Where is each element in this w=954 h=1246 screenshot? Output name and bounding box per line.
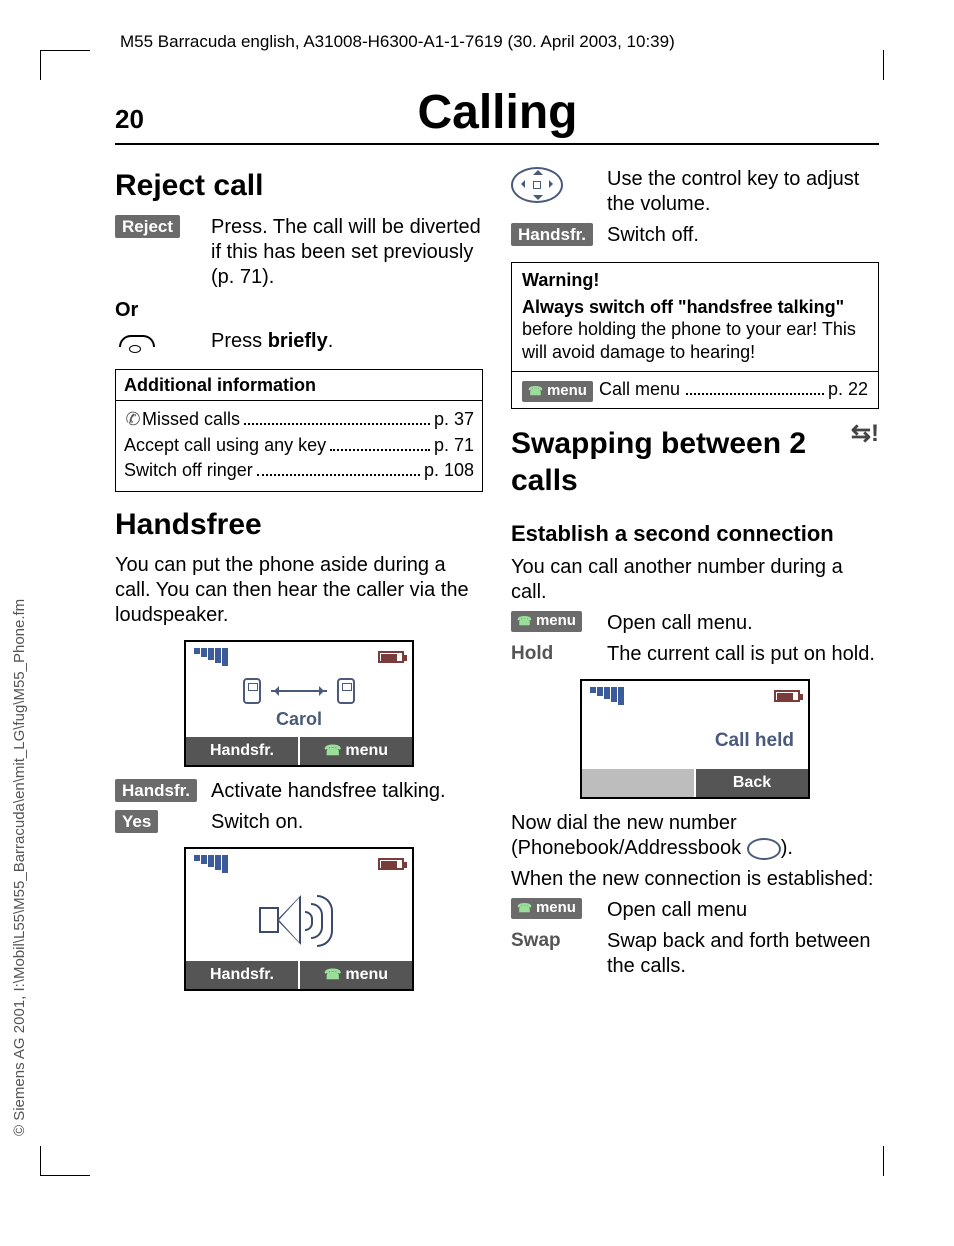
phone-screen-speaker: Handsfr. menu xyxy=(184,847,414,991)
softkey-reject: Reject xyxy=(115,215,180,238)
handsfree-intro: You can put the phone aside during a cal… xyxy=(115,553,483,628)
softkey-left: Handsfr. xyxy=(186,961,298,989)
warning-menu-line: menu Call menu p. 22 xyxy=(512,371,878,408)
crop-mark xyxy=(40,1146,90,1176)
softkey-yes: Yes xyxy=(115,810,158,833)
warning-box: Warning! Always switch off "handsfree ta… xyxy=(511,262,879,409)
call-menu-page: p. 22 xyxy=(828,378,868,401)
softkey-left: Handsfr. xyxy=(186,737,298,765)
battery-icon xyxy=(378,651,404,663)
additional-info-box: Additional information ✆ Missed calls p.… xyxy=(115,369,483,492)
page-title: Calling xyxy=(156,85,839,140)
yes-desc: Switch on. xyxy=(211,810,483,835)
text-bold: briefly xyxy=(268,330,328,352)
crop-mark xyxy=(883,50,884,80)
text: Now dial the new number (Phonebook/Addre… xyxy=(511,812,747,859)
battery-icon xyxy=(774,690,800,702)
text: ). xyxy=(781,837,793,859)
info-box-title: Additional information xyxy=(116,370,482,402)
speaker-icon xyxy=(249,885,349,955)
softkey-handsfree: Handsfr. xyxy=(511,223,593,246)
arrow-lr-icon xyxy=(271,690,327,692)
softkey-right: menu xyxy=(298,737,412,765)
warning-text: before holding the phone to your ear! Th… xyxy=(522,319,856,362)
control-key-icon xyxy=(747,838,781,860)
heading-reject-call: Reject call xyxy=(115,167,483,205)
call-menu-text: Call menu xyxy=(599,378,680,401)
warning-bold: Always switch off "handsfree talking" xyxy=(522,297,844,317)
page-number: 20 xyxy=(115,104,144,135)
text: . xyxy=(328,330,334,352)
control-key-icon xyxy=(511,167,563,203)
switch-off-desc: Switch off. xyxy=(607,223,879,248)
swap-icon: ⇆! xyxy=(851,419,879,449)
signal-icon xyxy=(194,648,228,666)
info-text: Missed calls xyxy=(142,408,240,431)
establish-intro: You can call another number during a cal… xyxy=(511,555,879,605)
softkey-menu: menu xyxy=(511,898,582,919)
press-briefly: Press briefly. xyxy=(211,329,483,354)
phone-screen-carol: Carol Handsfr. menu xyxy=(184,640,414,767)
warning-title: Warning! xyxy=(522,269,868,292)
or-label: Or xyxy=(115,298,483,323)
signal-icon xyxy=(194,855,228,873)
volume-desc: Use the control key to adjust the volume… xyxy=(607,167,879,217)
missed-calls-icon: ✆ xyxy=(124,408,142,431)
softkey-menu: menu xyxy=(522,381,593,402)
call-held-status: Call held xyxy=(590,729,800,753)
softkey-menu: menu xyxy=(511,611,582,632)
hangup-icon xyxy=(115,329,155,355)
phone-icon xyxy=(243,678,261,704)
label-hold: Hold xyxy=(511,642,553,666)
battery-icon xyxy=(378,858,404,870)
info-row: ✆ Missed calls p. 37 xyxy=(124,408,474,431)
info-page: p. 37 xyxy=(434,408,474,431)
phone-screen-call-held: Call held Back xyxy=(580,679,810,799)
hold-desc: The current call is put on hold. xyxy=(607,642,879,667)
caller-name: Carol xyxy=(194,708,404,731)
softkey-right: menu xyxy=(298,961,412,989)
info-page: p. 71 xyxy=(434,434,474,457)
heading-swapping: Swapping between 2 calls xyxy=(511,425,811,500)
heading-handsfree: Handsfree xyxy=(115,506,483,544)
heading-establish: Establish a second connection xyxy=(511,520,879,548)
label-swap: Swap xyxy=(511,929,561,953)
info-row: Accept call using any key p. 71 xyxy=(124,434,474,457)
crop-mark xyxy=(40,50,90,80)
open-menu-desc: Open call menu. xyxy=(607,611,879,636)
side-copyright: © Siemens AG 2001, I:\Mobil\L55\M55_Barr… xyxy=(11,599,28,1136)
info-text: Switch off ringer xyxy=(124,459,253,482)
info-text: Accept call using any key xyxy=(124,434,326,457)
right-column: Use the control key to adjust the volume… xyxy=(511,161,879,1003)
crop-mark xyxy=(883,1146,884,1176)
when-established: When the new connection is established: xyxy=(511,867,879,892)
info-page: p. 108 xyxy=(424,459,474,482)
open-menu2-desc: Open call menu xyxy=(607,898,879,923)
left-column: Reject call Reject Press. The call will … xyxy=(115,161,483,1003)
handsfree-activate-desc: Activate handsfree talking. xyxy=(211,779,483,804)
softkey-handsfree: Handsfr. xyxy=(115,779,197,802)
text: Press xyxy=(211,330,268,352)
signal-icon xyxy=(590,687,624,705)
phone-icon xyxy=(337,678,355,704)
softkey-back: Back xyxy=(694,769,808,797)
title-bar: 20 Calling xyxy=(115,85,879,145)
dial-new-text: Now dial the new number (Phonebook/Addre… xyxy=(511,811,879,861)
doc-header: M55 Barracuda english, A31008-H6300-A1-1… xyxy=(120,32,675,52)
softkey-left-blank xyxy=(582,769,694,797)
reject-description: Press. The call will be diverted if this… xyxy=(211,215,483,290)
swap-desc: Swap back and forth between the calls. xyxy=(607,929,879,979)
info-row: Switch off ringer p. 108 xyxy=(124,459,474,482)
